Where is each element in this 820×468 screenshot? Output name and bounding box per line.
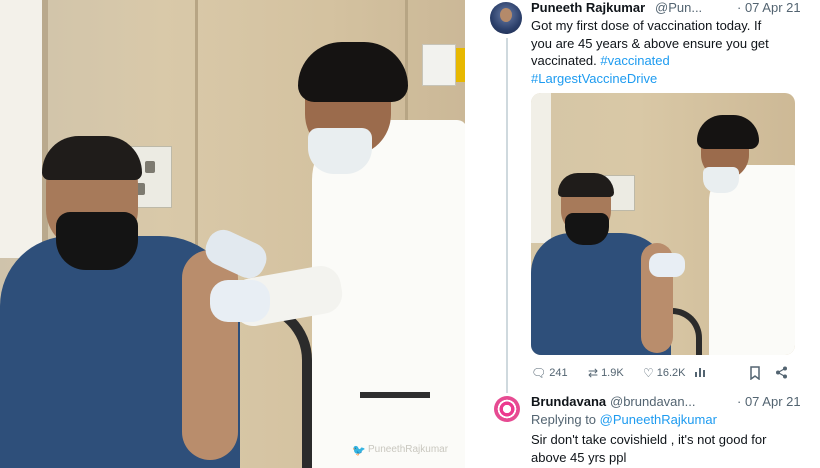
reply-author-name[interactable]: Brundavana [531, 394, 606, 409]
author-name[interactable]: Puneeth Rajkumar [531, 0, 645, 15]
nurse-glove [210, 280, 270, 322]
reply-text: Sir don't take covishield , it's not goo… [531, 431, 801, 466]
hashtag-link[interactable]: #LargestVaccineDrive [531, 71, 657, 86]
views-button[interactable] [694, 366, 706, 382]
retweet-button[interactable]: ⇄ 1.9K [588, 366, 624, 382]
replying-to-label: Replying to [531, 412, 600, 427]
twitter-bird-icon: 🐦 [352, 445, 366, 457]
window [0, 0, 48, 258]
share-icon [776, 366, 787, 379]
retweet-count: 1.9K [601, 367, 624, 379]
like-count: 16.2K [656, 367, 686, 379]
window [531, 93, 551, 243]
retweet-icon: ⇄ [588, 366, 599, 380]
nurse-face-mask [308, 128, 372, 174]
reply-author-handle[interactable]: @brundavan... [610, 394, 695, 409]
photo-watermark: PuneethRajkumar [368, 444, 449, 455]
hashtag-link[interactable]: #vaccinated [600, 53, 669, 68]
coat-pocket [360, 392, 430, 398]
tweet-text-line: Got my first dose of vaccination today. … [531, 18, 762, 33]
tweet-text: Got my first dose of vaccination today. … [531, 17, 803, 87]
replying-to: Replying to @PuneethRajkumar [531, 412, 717, 427]
chair [232, 300, 312, 468]
nurse-hair [298, 42, 408, 102]
tweet-text-line: vaccinated. [531, 53, 601, 68]
reply-icon: 🗨 [531, 366, 547, 380]
nurse-glove [649, 253, 685, 277]
author-avatar-face [500, 8, 512, 22]
wall-device [422, 44, 456, 86]
man-hair [558, 173, 614, 197]
reply-author-avatar[interactable] [494, 396, 520, 422]
reply-text-line: Sir don't take covishield , it's not goo… [531, 432, 767, 447]
nurse-hair [697, 115, 759, 149]
like-button[interactable]: ♡ 16.2K [643, 366, 686, 382]
nurse-coat [709, 165, 795, 355]
bookmark-icon [750, 366, 760, 381]
views-icon [695, 368, 705, 377]
tweet-date[interactable]: · 07 Apr 21 [737, 0, 801, 15]
vaccination-photo: 🐦 PuneethRajkumar [0, 0, 465, 468]
reply-count: 241 [549, 367, 568, 379]
nurse-face-mask [703, 167, 739, 193]
tweet-text-line: you are 45 years & above ensure you get [531, 35, 769, 51]
man-hair [42, 136, 142, 180]
reply-text-line: above 45 yrs ppl [531, 449, 627, 465]
share-button[interactable] [775, 366, 788, 382]
tweet-media-image[interactable] [531, 93, 795, 355]
replying-to-handle[interactable]: @PuneethRajkumar [600, 412, 717, 427]
bookmark-button[interactable] [749, 366, 761, 382]
man-face-mask [565, 213, 609, 245]
thread-connector [506, 38, 508, 393]
wall-yellow-box [456, 48, 465, 82]
author-handle[interactable]: @Pun... [655, 0, 702, 15]
reply-button[interactable]: 🗨 241 [531, 366, 568, 382]
heart-icon: ♡ [643, 366, 654, 380]
man-face-mask [56, 212, 138, 270]
reply-date[interactable]: · 07 Apr 21 [737, 394, 801, 409]
